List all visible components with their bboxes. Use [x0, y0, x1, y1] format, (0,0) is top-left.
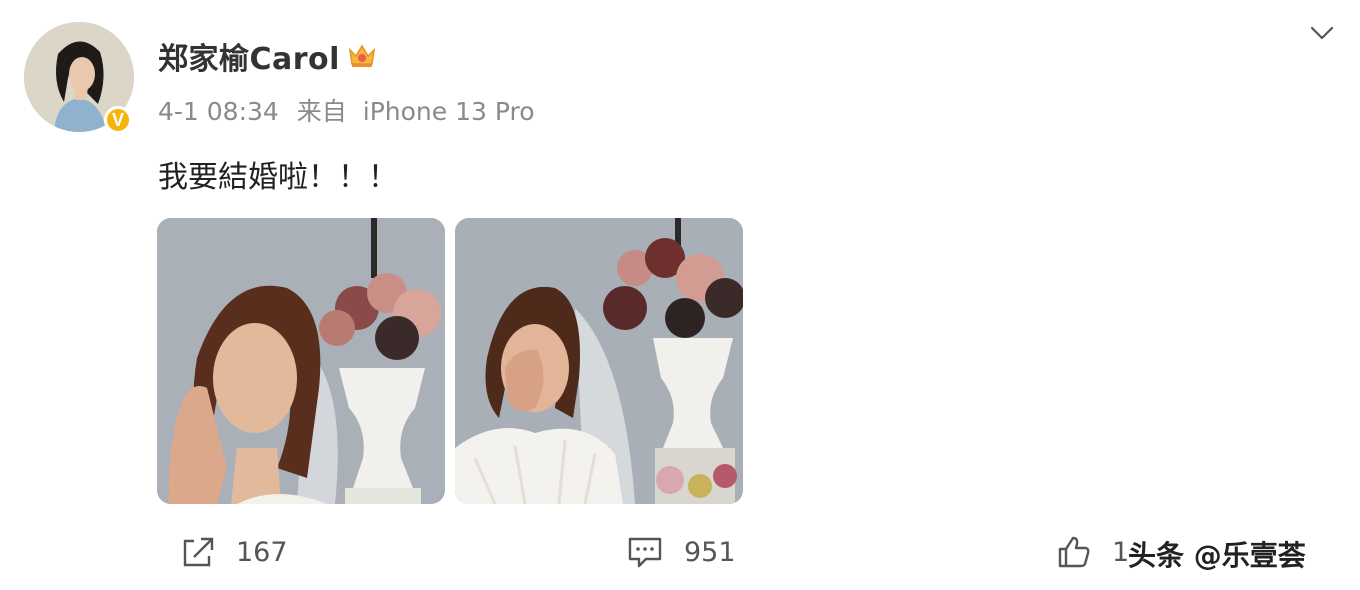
photo-image	[455, 218, 743, 504]
crown-icon[interactable]	[346, 40, 378, 70]
repost-icon	[183, 537, 214, 567]
source-device: iPhone 13 Pro	[362, 97, 535, 126]
post-photo-2[interactable]	[455, 218, 743, 504]
post-timestamp[interactable]: 4-1 08:34	[158, 97, 279, 126]
verified-badge-icon: V	[104, 106, 132, 134]
repost-count: 167	[236, 536, 288, 568]
repost-button[interactable]: 167	[180, 532, 288, 572]
comment-count: 951	[684, 536, 736, 568]
author-name[interactable]: 郑家榆Carol	[158, 34, 340, 78]
thumbs-up-icon	[1058, 536, 1090, 568]
watermark: 头条 @乐壹荟	[1128, 539, 1306, 572]
like-button[interactable]: 1	[1056, 532, 1129, 572]
comment-button[interactable]: 951	[626, 532, 736, 572]
post-text: 我要結婚啦！！！	[158, 160, 398, 195]
like-count: 1	[1112, 536, 1130, 568]
comment-icon	[628, 537, 662, 568]
post-photo-1[interactable]	[157, 218, 445, 504]
photo-image	[157, 218, 445, 504]
source-prefix: 来自	[296, 97, 347, 126]
post-meta: 4-1 08:34 来自 iPhone 13 Pro	[158, 92, 535, 128]
chevron-down-icon[interactable]	[1306, 20, 1338, 44]
